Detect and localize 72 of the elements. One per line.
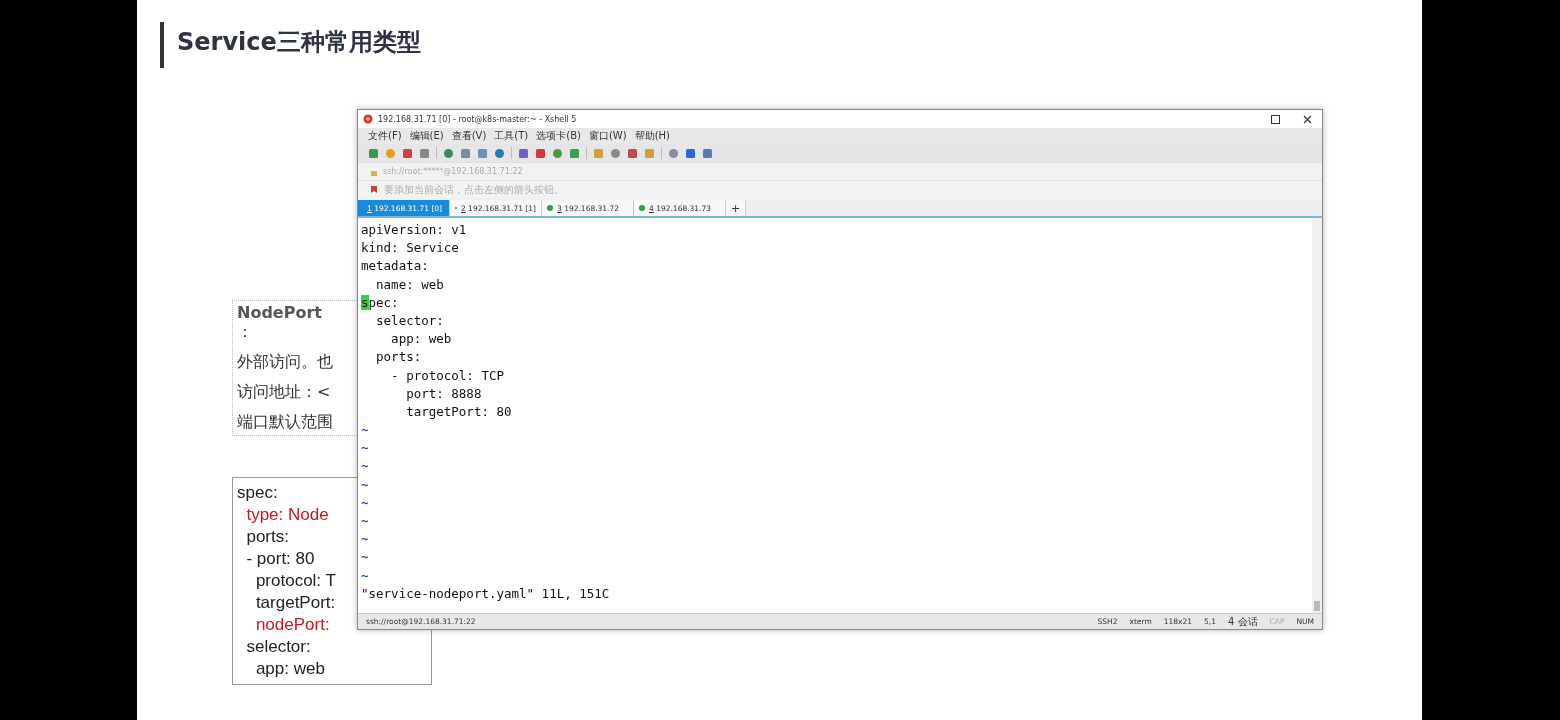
scrollbar[interactable]	[1312, 218, 1322, 613]
toolbar-icon[interactable]	[552, 147, 563, 159]
toolbar-icon[interactable]	[668, 147, 679, 159]
status-message: "service-nodeport.yaml" 11L, 151C	[361, 584, 611, 603]
terminal-line: name: web	[375, 275, 445, 294]
toolbar-icon[interactable]	[460, 147, 471, 159]
menu-item[interactable]: 窗口(W)	[588, 129, 627, 143]
toolbar-icon[interactable]	[419, 147, 430, 159]
code-line: protocol: T	[254, 570, 336, 592]
terminal-line: kind: Service	[361, 239, 460, 258]
code-line: targetPort:	[254, 592, 336, 614]
menu-item[interactable]: 文件(F)	[368, 129, 402, 143]
toolbar-icon[interactable]	[477, 147, 488, 159]
terminal-line: - protocol: TCP	[390, 366, 505, 385]
app-icon	[363, 114, 373, 124]
code-line: selector:	[245, 636, 311, 658]
terminal-line: app: web	[390, 330, 453, 349]
session-count-text: 4 会话	[1228, 614, 1258, 629]
terminal-line: port: 8888	[405, 384, 483, 403]
hint-text: 要添加当前会话，点击左侧的箭头按钮。	[384, 182, 564, 197]
toolbar-icon[interactable]	[368, 147, 379, 159]
terminal-line: targetPort: 80	[405, 402, 513, 421]
toolbar-icon[interactable]	[644, 147, 655, 159]
close-icon[interactable]	[1303, 114, 1312, 124]
note-line: NodePort ：	[237, 303, 322, 343]
terminal-line: selector:	[375, 311, 445, 330]
terminal-line: ports:	[375, 348, 423, 367]
toolbar-icon[interactable]	[535, 147, 546, 159]
empty-line-marker: ~	[361, 548, 370, 567]
code-line: app: web	[254, 658, 325, 680]
maximize-icon[interactable]	[1271, 114, 1280, 124]
toolbar-icon[interactable]	[494, 147, 505, 159]
empty-line-marker: ~	[361, 475, 370, 494]
toolbar-icon[interactable]	[685, 147, 696, 159]
toolbar-icon[interactable]	[385, 147, 396, 159]
empty-line-marker: ~	[361, 530, 370, 549]
note-line: 端口默认范围	[237, 412, 333, 433]
code-line: type: Node	[245, 504, 329, 526]
menu-item[interactable]: 编辑(E)	[409, 129, 444, 143]
slide-title: Service三种常用类型	[177, 27, 421, 58]
new-tab-button[interactable]: +	[726, 200, 747, 216]
toolbar-icon[interactable]	[593, 147, 604, 159]
toolbar-icon[interactable]	[627, 147, 638, 159]
menu-item[interactable]: 查看(V)	[451, 129, 487, 143]
menu-item[interactable]: 工具(T)	[494, 129, 529, 143]
empty-line-marker: ~	[361, 566, 370, 585]
toolbar-icon[interactable]	[518, 147, 529, 159]
code-line: nodePort:	[254, 614, 330, 636]
toolbar-icon[interactable]	[443, 147, 454, 159]
note-line: 外部访问。也	[237, 352, 333, 373]
empty-line-marker: ~	[361, 457, 370, 476]
menu-item[interactable]: 选项卡(B)	[536, 129, 581, 143]
status-dot-icon	[547, 205, 553, 211]
note-line: 访问地址：<	[237, 382, 331, 403]
empty-line-marker: ~	[361, 493, 370, 512]
toolbar-icon[interactable]	[610, 147, 621, 159]
toolbar-icon[interactable]	[702, 147, 713, 159]
toolbar-icon[interactable]	[569, 147, 580, 159]
window-title: 192.168.31.71 [0] - root@k8s-master:~ - Xshell 5	[378, 114, 577, 124]
terminal-line: apiVersion: v1	[361, 221, 468, 239]
toolbar-icon[interactable]	[402, 147, 413, 159]
terminal-line: spec:	[361, 293, 400, 312]
empty-line-marker: ~	[361, 439, 370, 458]
code-line: - port: 80	[245, 548, 315, 570]
terminal-line: metadata:	[361, 257, 430, 276]
menu-item[interactable]: 帮助(H)	[634, 129, 670, 143]
code-line: ports:	[245, 526, 289, 548]
bookmark-icon	[370, 185, 379, 194]
status-dot-icon	[639, 205, 645, 211]
empty-line-marker: ~	[361, 421, 370, 440]
empty-line-marker: ~	[361, 512, 370, 530]
code-line: spec:	[237, 482, 278, 504]
